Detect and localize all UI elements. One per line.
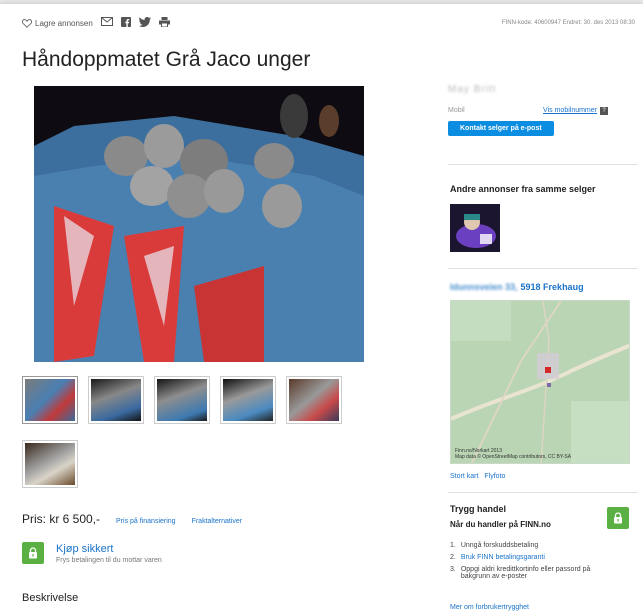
- secure-buy-title: Kjøp sikkert: [56, 542, 114, 555]
- address-street: Idunnsveien 33,: [450, 282, 518, 292]
- print-icon[interactable]: [158, 16, 170, 30]
- list-item: 1. Unngå forskuddsbetaling: [450, 542, 539, 549]
- more-safety-link[interactable]: Mer om forbrukertrygghet: [450, 604, 529, 611]
- thumbnail-6[interactable]: [22, 440, 78, 488]
- page-title: Håndoppmatet Grå Jaco unger: [22, 48, 311, 71]
- address-postal: 5918 Frekhaug: [520, 282, 584, 292]
- aerial-photo-link[interactable]: Flyfoto: [484, 473, 505, 480]
- ad-page-card: Lagre annonsen FINN-kode: 40600947 Endre…: [0, 4, 643, 612]
- email-icon[interactable]: [100, 17, 113, 29]
- thumbnail-1[interactable]: [22, 376, 78, 424]
- safe-trade-subheading: Når du handler på FINN.no: [450, 520, 551, 529]
- phone-row: Mobil Vis mobilnummer?: [448, 107, 608, 115]
- map-links: Stort kart Flyfoto: [450, 473, 505, 480]
- save-ad-label: Lagre annonsen: [35, 18, 93, 28]
- seller-address: Idunnsveien 33, 5918 Frekhaug: [450, 282, 584, 292]
- top-toolbar: Lagre annonsen FINN-kode: 40600947 Endre…: [22, 16, 635, 30]
- ad-meta-info: FINN-kode: 40600947 Endret: 30. des 2013…: [501, 20, 635, 26]
- financing-link[interactable]: Pris på finansiering: [116, 518, 176, 525]
- other-ad-thumbnail[interactable]: [450, 204, 500, 252]
- secure-buy-subtitle: Frys betalingen til du mottar varen: [56, 556, 162, 564]
- safe-trade-heading: Trygg handel: [450, 504, 507, 514]
- location-map[interactable]: Finn.no/Norkart 2013 Map data © OpenStre…: [450, 300, 630, 464]
- thumbnail-3[interactable]: [154, 376, 210, 424]
- secure-buy-box[interactable]: Kjøp sikkert Frys betalingen til du mott…: [22, 542, 162, 564]
- help-icon[interactable]: ?: [600, 107, 608, 115]
- save-ad-button[interactable]: Lagre annonsen: [22, 19, 93, 28]
- main-ad-photo[interactable]: [34, 86, 364, 362]
- twitter-icon[interactable]: [138, 16, 151, 30]
- seller-panel: May Britt Mobil Vis mobilnummer? Kontakt…: [448, 84, 638, 136]
- thumbnail-4[interactable]: [220, 376, 276, 424]
- list-item: 3. Oppgi aldri kredittkortinfo eller pass…: [450, 566, 591, 580]
- divider: [448, 268, 638, 269]
- phone-label: Mobil: [448, 107, 465, 114]
- price-label: Pris: kr 6 500,-: [22, 512, 101, 526]
- lock-icon: [607, 507, 629, 529]
- thumbnail-2[interactable]: [88, 376, 144, 424]
- description-heading: Beskrivelse: [22, 592, 79, 604]
- facebook-icon[interactable]: [120, 16, 131, 30]
- list-item[interactable]: 2. Bruk FINN betalingsgaranti: [450, 554, 591, 561]
- large-map-link[interactable]: Stort kart: [450, 473, 478, 480]
- lock-icon: [22, 542, 44, 564]
- divider: [448, 164, 638, 165]
- thumbnail-5[interactable]: [286, 376, 342, 424]
- contact-seller-button[interactable]: Kontakt selger på e-post: [448, 121, 554, 136]
- shipping-link[interactable]: Fraktalternativer: [192, 518, 243, 525]
- divider: [448, 492, 638, 493]
- safe-trade-list: 1. Unngå forskuddsbetaling 2. Bruk FINN be…: [450, 542, 591, 585]
- seller-name: May Britt: [448, 84, 497, 95]
- price-row: Pris: kr 6 500,- Pris på finansiering Fr…: [22, 512, 242, 526]
- map-caption: Finn.no/Norkart 2013 Map data © OpenStre…: [455, 448, 572, 460]
- show-mobile-link[interactable]: Vis mobilnummer: [543, 107, 597, 114]
- other-ads-heading: Andre annonser fra samme selger: [450, 184, 596, 194]
- heart-outline-icon: [22, 18, 32, 28]
